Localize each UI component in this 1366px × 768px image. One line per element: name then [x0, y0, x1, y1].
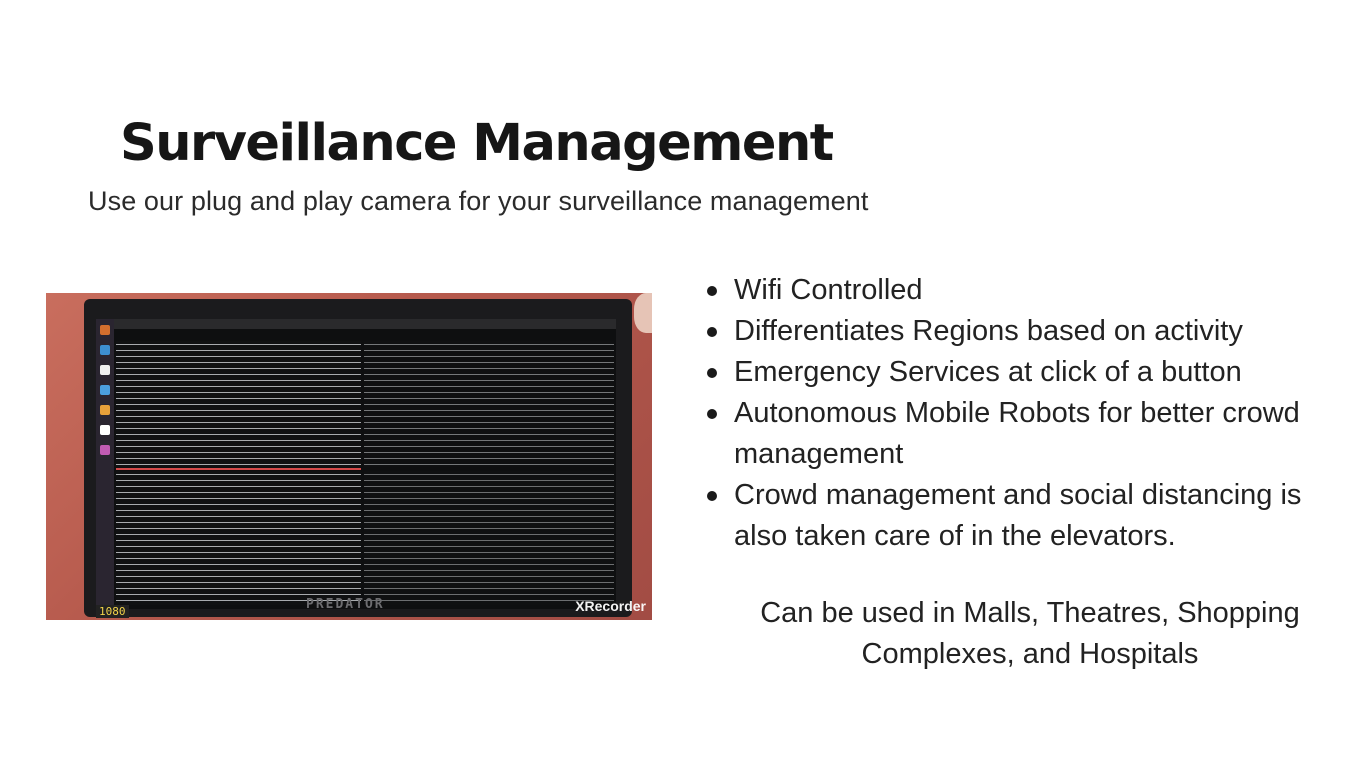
feature-item: Crowd management and social distancing i… [705, 475, 1345, 557]
help-icon [100, 385, 110, 395]
mail-icon [100, 345, 110, 355]
terminal-divider [116, 468, 361, 470]
cloth-detail [634, 293, 652, 333]
desktop-dock [96, 319, 114, 609]
terminal-icon [100, 425, 110, 435]
resolution-badge: 1080 [96, 605, 129, 618]
laptop-terminal-photo: PREDATOR 1080 XRecorder [46, 293, 652, 620]
laptop-brand-logo: PREDATOR [306, 597, 385, 612]
files-icon [100, 365, 110, 375]
recorder-watermark: XRecorder [575, 598, 646, 614]
terminal-pane-top-left [116, 341, 361, 467]
page-subtitle: Use our plug and play camera for your su… [88, 186, 869, 216]
usage-note: Can be used in Malls, Theatres, Shopping… [760, 597, 1300, 670]
page-title: Surveillance Management [120, 114, 834, 173]
feature-list: Wifi Controlled Differentiates Regions b… [705, 270, 1345, 557]
apps-icon [100, 445, 110, 455]
feature-item: Autonomous Mobile Robots for better crow… [705, 393, 1345, 475]
browser-icon [100, 325, 110, 335]
software-icon [100, 405, 110, 415]
feature-item: Emergency Services at click of a button [705, 352, 1345, 393]
feature-item: Wifi Controlled [705, 270, 1345, 311]
desktop-top-bar [96, 319, 616, 329]
terminal-pane-bottom-right [364, 471, 614, 605]
terminal-pane-bottom-left [116, 471, 361, 605]
terminal-pane-top-right [364, 341, 614, 467]
feature-item: Differentiates Regions based on activity [705, 311, 1345, 352]
